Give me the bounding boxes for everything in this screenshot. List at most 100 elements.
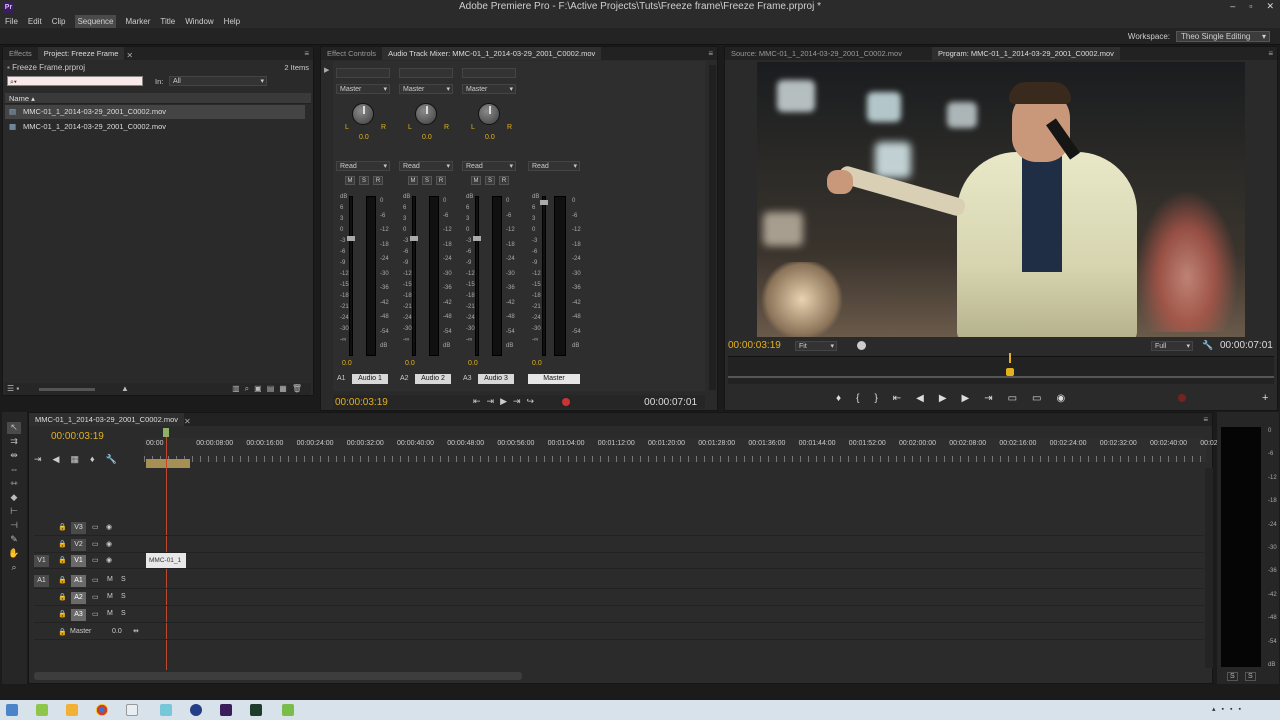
input-dropdown[interactable] [399,68,453,78]
mixer-timecode-current[interactable]: 00:00:03:19 [335,397,388,408]
taskbar-app-icon[interactable] [190,704,202,716]
tab-project[interactable]: Project: Freeze Frame [37,47,125,60]
lock-icon[interactable]: 🔒 [58,556,67,564]
eye-icon[interactable]: ◉ [106,540,112,548]
fader-track[interactable] [475,196,479,356]
menu-title[interactable]: Title [160,15,175,28]
audio-track[interactable] [34,607,1204,623]
menu-file[interactable]: File [5,15,18,28]
master-fader-track[interactable] [542,196,546,356]
source-patch-a1[interactable]: A1 [34,575,49,587]
program-transport-controls[interactable]: ♦{}⇤◀▶▶⇥▭▭◉ [836,393,1080,404]
menu-clip[interactable]: Clip [52,15,66,28]
mute-button[interactable]: M [408,176,418,185]
pan-value[interactable]: 0.0 [485,134,495,141]
quality-dropdown[interactable]: Full [1151,341,1193,351]
list-view-icon[interactable]: ☰ ▪ [7,384,19,393]
channel-name[interactable]: Audio 2 [415,374,451,384]
slip-tool-icon[interactable]: ⊢ [7,506,21,518]
timeline-timecode[interactable]: 00:00:03:19 [51,431,104,442]
record-button[interactable]: R [499,176,509,185]
program-zoom-bar[interactable] [728,376,1274,378]
program-scrubber[interactable] [728,356,1274,384]
track-target-A3[interactable]: A3 [71,609,86,621]
sync-lock-icon[interactable]: ▭ [92,540,99,548]
volume-value[interactable]: 0.0 [342,360,352,367]
mute-track-button[interactable]: M [107,593,113,600]
audition-taskbar-icon[interactable] [250,704,262,716]
list-item[interactable]: ▤ MMC-01_1_2014-03-29_2001_C0002.mov [5,105,305,119]
tab-audio-track-mixer[interactable]: Audio Track Mixer: MMC-01_1_2014-03-29_2… [382,47,602,60]
sync-lock-icon[interactable]: ▭ [92,576,99,584]
route-dropdown[interactable]: Master [399,84,453,94]
record-icon[interactable] [1178,394,1186,402]
workspace-dropdown[interactable]: Theo Single Editing [1176,31,1270,42]
sync-lock-icon[interactable]: ▭ [92,523,99,531]
audio-track[interactable] [34,590,1204,606]
file-explorer-icon[interactable] [66,704,78,716]
mute-track-button[interactable]: M [107,576,113,583]
fit-dropdown[interactable]: Fit [795,341,837,351]
automate-icon[interactable]: ▲ [121,384,129,393]
volume-fader[interactable] [410,236,418,241]
channel-name[interactable]: Audio 1 [352,374,388,384]
fader-track[interactable] [412,196,416,356]
track-target-A1[interactable]: A1 [71,575,86,587]
eye-icon[interactable]: ◉ [106,556,112,564]
lock-icon[interactable]: 🔒 [58,540,67,548]
timeline-hscroll[interactable] [34,672,522,680]
mixer-scrollbar[interactable] [709,65,716,390]
automation-mode-dropdown[interactable]: Read [462,161,516,171]
solo-button[interactable]: S [422,176,432,185]
close-tab-icon[interactable]: ✕ [184,417,191,426]
system-tray[interactable]: ▴▪▪▪ [1212,705,1272,715]
eye-icon[interactable]: ◉ [106,523,112,531]
taskbar-app-icon[interactable] [126,704,138,716]
master-track-value[interactable]: 0.0 [112,628,122,635]
premiere-taskbar-icon[interactable] [220,704,232,716]
video-track[interactable] [34,520,1204,536]
mute-button[interactable]: M [345,176,355,185]
master-volume-fader[interactable] [540,200,548,205]
input-dropdown[interactable] [462,68,516,78]
maximize-icon[interactable]: ▫ [1249,1,1252,12]
search-input[interactable]: ⌕▾ [7,76,143,86]
solo-left-button[interactable]: S [1227,672,1238,681]
volume-fader[interactable] [473,236,481,241]
hand-tool-icon[interactable]: ✋ [7,548,21,560]
taskbar-app-icon[interactable] [36,704,48,716]
taskbar-app-icon[interactable] [282,704,294,716]
tab-effects[interactable]: Effects [3,47,38,60]
volume-value[interactable]: 0.0 [405,360,415,367]
minimize-icon[interactable]: – [1230,1,1235,12]
panel-menu-icon[interactable]: ≡ [304,49,309,58]
route-dropdown[interactable]: Master [462,84,516,94]
record-button[interactable]: R [436,176,446,185]
selection-tool-icon[interactable]: ↖ [7,422,21,434]
solo-track-button[interactable]: S [121,593,126,600]
master-automation-dropdown[interactable]: Read [528,161,580,171]
sync-lock-icon[interactable]: ▭ [92,610,99,618]
start-icon[interactable] [6,704,18,716]
audio-track[interactable] [34,573,1204,589]
lock-icon[interactable]: 🔒 [58,576,67,584]
solo-track-button[interactable]: S [121,610,126,617]
pen-tool-icon[interactable]: ✎ [7,534,21,546]
panel-menu-icon[interactable]: ≡ [1268,49,1273,58]
mute-track-button[interactable]: M [107,610,113,617]
close-icon[interactable]: ✕ [1266,1,1274,12]
track-target-V1[interactable]: V1 [71,555,86,567]
pan-knob[interactable] [478,103,500,125]
pan-value[interactable]: 0.0 [359,134,369,141]
name-column-header[interactable]: Name ▴ [5,93,311,104]
automation-mode-dropdown[interactable]: Read [399,161,453,171]
video-clip[interactable]: MMC-01_1 [146,553,186,568]
menu-window[interactable]: Window [185,15,213,28]
pan-knob[interactable] [415,103,437,125]
volume-fader[interactable] [347,236,355,241]
automation-mode-dropdown[interactable]: Read [336,161,390,171]
tab-source[interactable]: Source: MMC-01_1_2014-03-29_2001_C0002.m… [725,47,908,60]
video-track[interactable] [34,553,1204,569]
solo-button[interactable]: S [485,176,495,185]
pan-value[interactable]: 0.0 [422,134,432,141]
